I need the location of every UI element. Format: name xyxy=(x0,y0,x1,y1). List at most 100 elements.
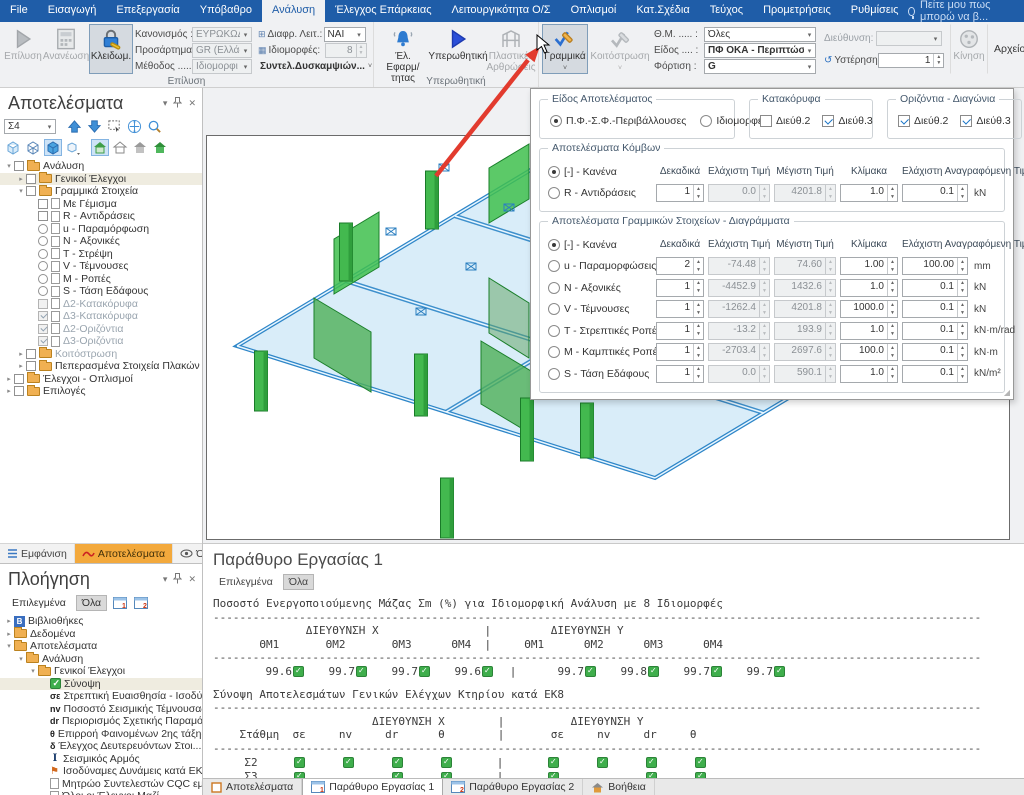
panel-menu-icon[interactable]: ▾ xyxy=(163,98,168,109)
tree-item[interactable]: drΠεριορισμός Σχετικής Παραμό... xyxy=(0,715,202,728)
checkbox[interactable] xyxy=(760,115,772,127)
radio-option[interactable]: [-] - Κανένα xyxy=(548,166,652,178)
tree-item[interactable]: ⚑Ισοδύναμες Δυνάμεις κατά ΕΚ8 xyxy=(0,765,202,778)
checkbox[interactable] xyxy=(38,299,48,309)
workspace-2-icon[interactable]: 2 xyxy=(132,594,150,611)
tree-item[interactable]: ▸Έλεγχοι - Οπλισμοί xyxy=(0,373,202,386)
view-wire-icon[interactable] xyxy=(4,139,22,156)
tab-Έλεγχος Επάρκειας[interactable]: Έλεγχος Επάρκειας xyxy=(325,0,441,22)
spinner-buttons[interactable]: ▲▼ xyxy=(759,280,769,296)
radio-option[interactable]: R - Αντιδράσεις xyxy=(548,187,652,199)
max-value-field[interactable]: 2697.6▲▼ xyxy=(774,343,836,361)
min-value-field[interactable]: -4452.9▲▼ xyxy=(708,279,770,297)
radio[interactable] xyxy=(38,261,48,271)
tree-item[interactable]: Με Γέμισμα xyxy=(0,198,202,211)
spinner-buttons[interactable]: ▲▼ xyxy=(825,258,835,274)
min-shown-spinner[interactable]: 100.00▲▼ xyxy=(902,257,968,275)
checkbox[interactable] xyxy=(822,115,834,127)
tree-item[interactable]: T - Στρέψη xyxy=(0,248,202,261)
panel-tab-Εμφάνιση[interactable]: Εμφάνιση xyxy=(0,544,75,563)
load-combo[interactable]: G▾ xyxy=(704,59,816,74)
min-value-field[interactable]: 0.0▲▼ xyxy=(708,365,770,383)
resize-grip[interactable]: ◢ xyxy=(1004,388,1010,397)
building-gray-icon[interactable] xyxy=(131,139,149,156)
spinner-buttons[interactable]: ▲▼ xyxy=(957,185,967,201)
view-hidden-icon[interactable] xyxy=(24,139,42,156)
decimals-spinner[interactable]: 1▲▼ xyxy=(656,365,704,383)
radio-option[interactable]: u - Παραμορφώσεις xyxy=(548,260,652,272)
radio[interactable] xyxy=(700,115,712,127)
radio[interactable] xyxy=(548,346,560,358)
pin-icon[interactable] xyxy=(173,573,182,586)
checkbox[interactable] xyxy=(960,115,972,127)
panel-tab-Αποτελέσματα[interactable]: Αποτελέσματα xyxy=(75,544,173,563)
max-value-field[interactable]: 4201.8▲▼ xyxy=(774,300,836,318)
radio[interactable] xyxy=(548,260,560,272)
tree-item[interactable]: nvΠοσοστό Σεισμικής Τέμνουσας... xyxy=(0,703,202,716)
max-value-field[interactable]: 590.1▲▼ xyxy=(774,365,836,383)
stiffness-factors-button[interactable]: Συντελ.Δυσκαμψιών...˅ xyxy=(258,59,370,74)
checkbox[interactable] xyxy=(898,115,910,127)
spinner-buttons[interactable]: ▲▼ xyxy=(887,258,897,274)
checkbox[interactable] xyxy=(26,174,36,184)
min-value-field[interactable]: -74.48▲▼ xyxy=(708,257,770,275)
tab-Υπόβαθρο[interactable]: Υπόβαθρο xyxy=(190,0,262,22)
spinner-buttons[interactable]: ▲▼ xyxy=(759,258,769,274)
radio-option[interactable]: S - Τάση Εδάφους xyxy=(548,368,652,380)
lock-button[interactable]: Κλειδωμ. xyxy=(89,24,133,74)
scale-spinner[interactable]: 100.0▲▼ xyxy=(840,343,898,361)
tree-item[interactable]: IΣεισμικός Αρμός xyxy=(0,753,202,766)
expander-icon[interactable]: ▸ xyxy=(4,617,14,625)
radio-option[interactable]: V - Τέμνουσες xyxy=(548,303,652,315)
workspace-1-icon[interactable]: 1 xyxy=(111,594,129,611)
workspace-filter-all[interactable]: Όλα xyxy=(283,574,314,590)
spinner-buttons[interactable]: ▲▼ xyxy=(825,366,835,382)
max-value-field[interactable]: 193.9▲▼ xyxy=(774,322,836,340)
annex-combo[interactable]: GR (Ελλάδα▾ xyxy=(192,43,252,58)
tell-me-search[interactable]: Πείτε μου πως μπορώ να β... xyxy=(908,0,1024,22)
tree-item[interactable]: ▸Πεπερασμένα Στοιχεία Πλακών xyxy=(0,360,202,373)
scale-spinner[interactable]: 1.0▲▼ xyxy=(840,322,898,340)
checkbox[interactable] xyxy=(26,361,36,371)
radio[interactable] xyxy=(548,239,560,251)
expander-icon[interactable]: ▸ xyxy=(4,630,14,638)
radio[interactable] xyxy=(38,286,48,296)
scale-spinner[interactable]: 1.0▲▼ xyxy=(840,279,898,297)
spinner-buttons[interactable]: ▲▼ xyxy=(693,366,703,382)
view-more-icon[interactable] xyxy=(64,139,82,156)
spinner-buttons[interactable]: ▲▼ xyxy=(759,344,769,360)
checkbox[interactable] xyxy=(38,311,48,321)
radio[interactable] xyxy=(548,166,560,178)
tree-item[interactable]: ▾Ανάλυση xyxy=(0,653,202,666)
tree-item[interactable]: ▾Αποτελέσματα xyxy=(0,640,202,653)
max-value-field[interactable]: 4201.8▲▼ xyxy=(774,184,836,202)
tab-Λειτουργικότητα Ο/Σ[interactable]: Λειτουργικότητα Ο/Σ xyxy=(442,0,561,22)
tree-item[interactable]: N - Αξονικές xyxy=(0,235,202,248)
expander-icon[interactable]: ▾ xyxy=(4,642,14,650)
scale-spinner[interactable]: 1.0▲▼ xyxy=(840,365,898,383)
checkbox-option[interactable]: Διεύθ.2 xyxy=(760,115,810,127)
min-shown-spinner[interactable]: 0.1▲▼ xyxy=(902,365,968,383)
tree-item[interactable]: V - Τέμνουσες xyxy=(0,260,202,273)
min-value-field[interactable]: -13.2▲▼ xyxy=(708,322,770,340)
decimals-spinner[interactable]: 1▲▼ xyxy=(656,343,704,361)
spinner-buttons[interactable]: ▲▼ xyxy=(887,323,897,339)
radio-option[interactable]: N - Αξονικές xyxy=(548,282,652,294)
expander-icon[interactable]: ▸ xyxy=(16,175,26,183)
min-shown-spinner[interactable]: 0.1▲▼ xyxy=(902,343,968,361)
radio[interactable] xyxy=(548,303,560,315)
scale-spinner[interactable]: 1.00▲▼ xyxy=(840,257,898,275)
tree-item[interactable]: ▾Γραμμικά Στοιχεία xyxy=(0,185,202,198)
decimals-spinner[interactable]: 1▲▼ xyxy=(656,184,704,202)
spinner-buttons[interactable]: ▲▼ xyxy=(825,323,835,339)
radio[interactable] xyxy=(548,282,560,294)
expander-icon[interactable]: ▾ xyxy=(28,667,38,675)
spinner-buttons[interactable]: ▲▼ xyxy=(693,344,703,360)
applicability-check-button[interactable]: Έλ. Εφαρμ/τητας xyxy=(377,24,429,74)
zoom-select-icon[interactable] xyxy=(145,118,163,135)
min-value-field[interactable]: 0.0▲▼ xyxy=(708,184,770,202)
method-combo[interactable]: Ιδιομορφι▾ xyxy=(192,59,252,74)
refresh-button[interactable]: Ανανέωση xyxy=(43,24,89,74)
tree-item[interactable]: ▸Γενικοί Έλεγχοι xyxy=(0,173,202,186)
checkbox[interactable] xyxy=(26,349,36,359)
